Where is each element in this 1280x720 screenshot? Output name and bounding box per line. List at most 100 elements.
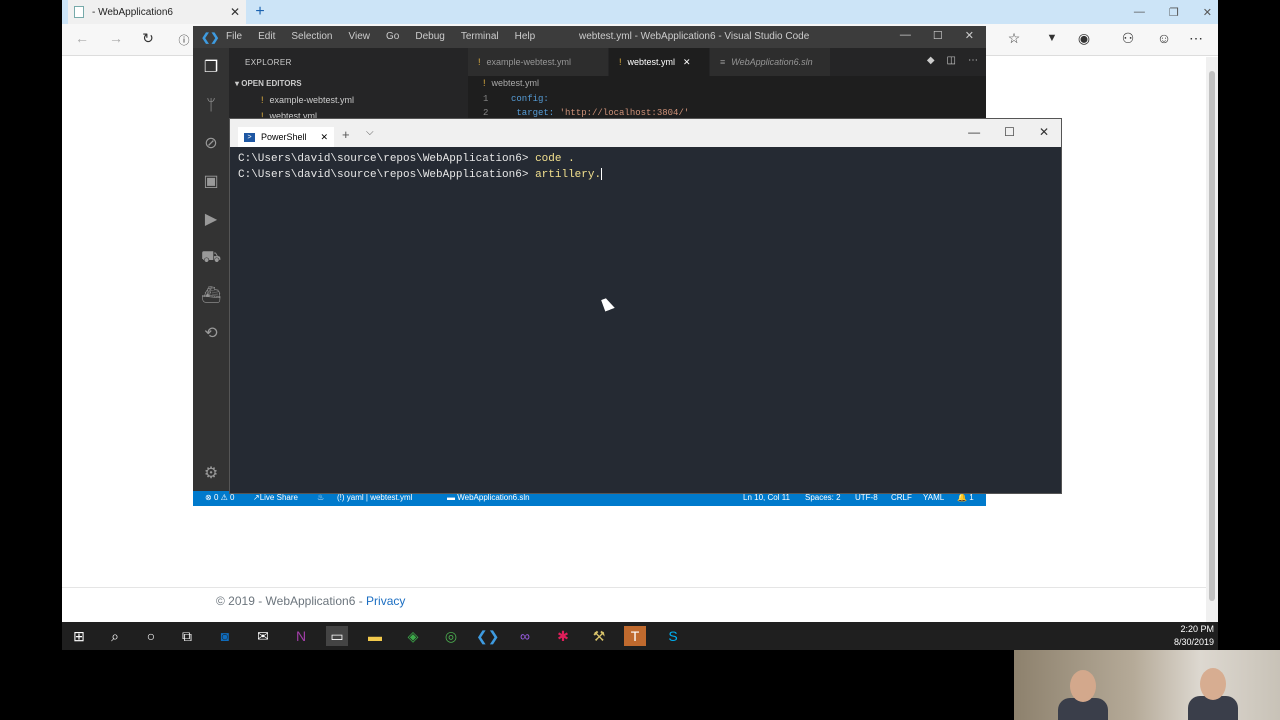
close-tab-icon[interactable]: ✕ <box>320 132 328 143</box>
menu-terminal[interactable]: Terminal <box>461 31 499 42</box>
cortana-icon[interactable]: ○ <box>140 626 162 646</box>
maximize-button[interactable]: ☐ <box>1004 125 1015 139</box>
yaml-file-icon: ! <box>619 57 622 67</box>
extensions-icon[interactable]: ▣ <box>201 172 221 192</box>
yaml-file-icon: ! <box>261 95 264 105</box>
task-view-icon[interactable]: ⧉ <box>176 626 198 646</box>
close-button[interactable]: ✕ <box>1203 6 1212 19</box>
compare-icon[interactable]: ◆ <box>927 55 935 66</box>
explorer-icon[interactable]: ❐ <box>201 58 221 78</box>
terminal-command: artillery. <box>535 169 602 181</box>
terminal-taskbar-icon[interactable]: ▭ <box>326 626 348 646</box>
terminal-line: C:\Users\david\source\repos\WebApplicati… <box>238 151 602 167</box>
chrome-icon[interactable]: ◎ <box>440 626 462 646</box>
docker-icon[interactable]: ⛴ <box>201 286 221 306</box>
refresh-icon[interactable]: ↻ <box>138 30 158 47</box>
browser-tab[interactable]: - WebApplication6 ✕ <box>68 0 246 24</box>
terminal-titlebar: > PowerShell ✕ + ⌵ — ☐ ✕ <box>230 119 1061 147</box>
minimize-button[interactable]: — <box>900 29 911 42</box>
onenote-icon[interactable]: N <box>290 626 312 646</box>
favorite-star-icon[interactable]: ☆ <box>1004 30 1024 47</box>
vscode-logo-icon: ❮❯ <box>201 32 220 44</box>
code-editor[interactable]: 1 config: 2 target: 'http://localhost:380… <box>483 92 689 120</box>
menu-edit[interactable]: Edit <box>258 31 275 42</box>
language-status[interactable]: YAML <box>923 493 944 502</box>
terminal-output[interactable]: C:\Users\david\source\repos\WebApplicati… <box>238 151 603 183</box>
privacy-link[interactable]: Privacy <box>366 594 405 608</box>
live-share-status[interactable]: ↗Live Share <box>253 493 298 502</box>
scrollbar-thumb[interactable] <box>1209 71 1215 601</box>
tab-solution[interactable]: ≡ WebApplication6.sln <box>710 48 830 76</box>
open-editors-section[interactable]: ▾ OPEN EDITORS <box>235 79 302 88</box>
open-editors-label: OPEN EDITORS <box>241 79 302 88</box>
close-tab-icon[interactable]: ✕ <box>683 57 691 68</box>
breadcrumb[interactable]: ! webtest.yml <box>483 78 539 88</box>
minimize-button[interactable]: — <box>968 125 980 139</box>
edge-extension-icon[interactable]: ◉ <box>1074 30 1094 47</box>
remote-explorer-icon[interactable]: ⛟ <box>201 248 221 268</box>
open-editor-label: example-webtest.yml <box>269 95 355 105</box>
live-share-label: Live Share <box>259 493 298 502</box>
yaml-status[interactable]: (!) yaml | webtest.yml <box>337 493 412 502</box>
menu-selection[interactable]: Selection <box>291 31 332 42</box>
info-icon[interactable]: ⓘ <box>174 32 194 48</box>
tools-icon[interactable]: ⚒ <box>588 626 610 646</box>
file-explorer-icon[interactable]: ▬ <box>364 626 386 646</box>
live-share-icon[interactable]: ⟲ <box>201 324 221 344</box>
windows-start-icon[interactable]: ⊞ <box>68 626 90 646</box>
app-icon[interactable]: ◈ <box>402 626 424 646</box>
tab-example-webtest[interactable]: ! example-webtest.yml <box>468 48 608 76</box>
source-control-icon[interactable]: ᛘ <box>201 96 221 116</box>
open-editor-item[interactable]: ! example-webtest.yml <box>261 95 354 105</box>
restore-button[interactable]: ❐ <box>1169 6 1179 19</box>
browser-window-controls: — ❐ ✕ <box>1134 0 1212 24</box>
split-editor-icon[interactable]: ◫ <box>947 55 956 66</box>
flame-icon[interactable]: ♨ <box>317 493 324 502</box>
menu-view[interactable]: View <box>349 31 371 42</box>
outlook-icon[interactable]: ◙ <box>214 626 236 646</box>
debug-icon[interactable]: ⊘ <box>201 134 221 154</box>
skype-icon[interactable]: S <box>662 626 684 646</box>
minimize-button[interactable]: — <box>1134 6 1145 18</box>
mail-icon[interactable]: ✉ <box>252 626 274 646</box>
close-button[interactable]: ✕ <box>1039 125 1049 139</box>
emoji-feedback-icon[interactable]: ☺ <box>1154 30 1174 46</box>
close-button[interactable]: ✕ <box>965 29 974 42</box>
cursor-position[interactable]: Ln 10, Col 11 <box>743 493 790 502</box>
menu-debug[interactable]: Debug <box>415 31 444 42</box>
maximize-button[interactable]: ☐ <box>933 29 943 42</box>
profile-icon[interactable]: ⚇ <box>1118 30 1138 47</box>
new-tab-button[interactable]: + <box>250 2 270 22</box>
forward-icon[interactable]: → <box>106 30 126 46</box>
teams-icon[interactable]: T <box>624 626 646 646</box>
back-icon[interactable]: ← <box>72 30 92 46</box>
notifications-status[interactable]: 🔔 1 <box>957 493 974 502</box>
terminal-icon[interactable]: ▶ <box>201 210 221 230</box>
more-menu-icon[interactable]: ⋯ <box>1186 30 1206 47</box>
tab-webtest[interactable]: ! webtest.yml ✕ <box>609 48 709 76</box>
encoding-status[interactable]: UTF-8 <box>855 493 878 502</box>
menu-file[interactable]: File <box>226 31 242 42</box>
settings-gear-icon[interactable]: ⚙ <box>201 464 221 484</box>
extension-icon[interactable]: ▼ <box>1042 32 1062 44</box>
menu-help[interactable]: Help <box>515 31 536 42</box>
solution-status[interactable]: ▬ WebApplication6.sln <box>447 493 530 502</box>
taskbar-clock[interactable]: 2:20 PM 8/30/2019 <box>1174 623 1214 649</box>
close-tab-icon[interactable]: ✕ <box>230 5 240 19</box>
new-tab-button[interactable]: + <box>342 127 350 142</box>
menu-go[interactable]: Go <box>386 31 399 42</box>
visual-studio-icon[interactable]: ∞ <box>514 626 536 646</box>
slack-icon[interactable]: ✱ <box>552 626 574 646</box>
eol-status[interactable]: CRLF <box>891 493 912 502</box>
indentation-status[interactable]: Spaces: 2 <box>805 493 841 502</box>
explorer-header: EXPLORER <box>245 58 292 67</box>
code-line: 1 config: <box>483 92 689 106</box>
more-actions-icon[interactable]: ⋯ <box>968 55 978 66</box>
vscode-taskbar-icon[interactable]: ❮❯ <box>476 626 499 646</box>
browser-scrollbar[interactable] <box>1206 57 1218 622</box>
search-icon[interactable]: ⌕ <box>104 626 126 646</box>
tab-dropdown-icon[interactable]: ⌵ <box>366 127 374 138</box>
text-cursor <box>601 168 603 181</box>
problems-status[interactable]: ⊗ 0 ⚠ 0 <box>205 493 234 502</box>
powershell-tab[interactable]: > PowerShell ✕ <box>238 127 334 147</box>
